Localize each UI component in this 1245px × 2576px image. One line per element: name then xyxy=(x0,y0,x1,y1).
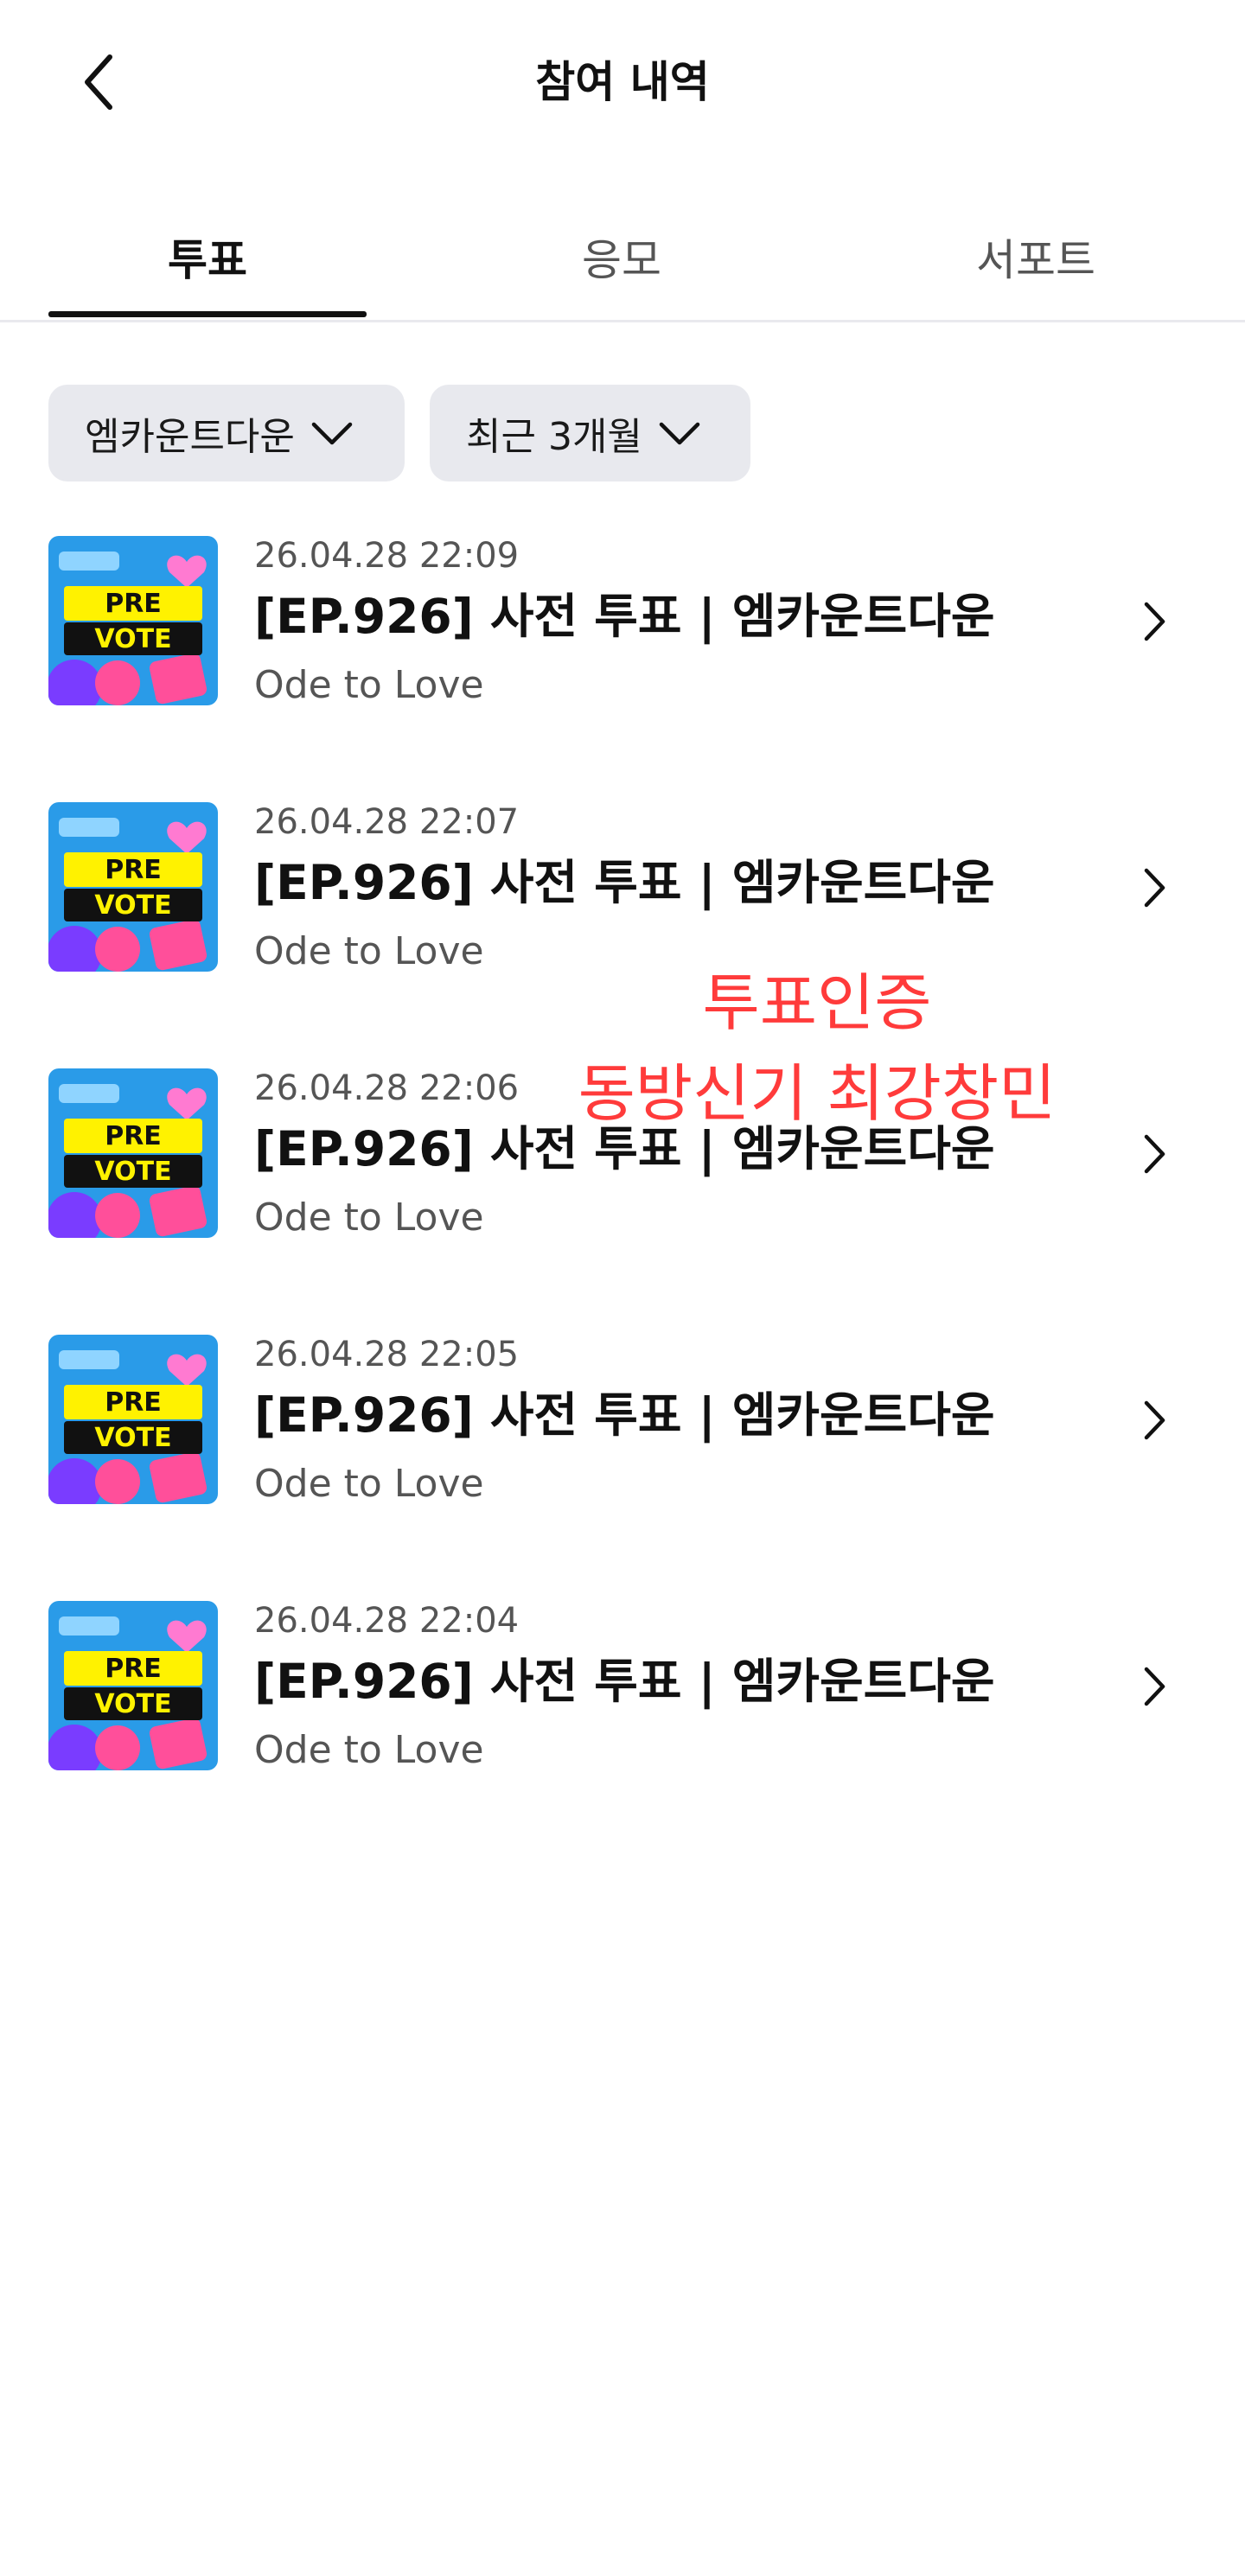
chevron-right-icon xyxy=(1133,1656,1176,1717)
item-title: [EP.926] 사전 투표 | 엠카운트다운 xyxy=(254,589,995,644)
active-tab-indicator xyxy=(48,311,367,317)
list-item[interactable]: PRE VOTE 26.04.28 22:09 [EP.926] 사전 투표 |… xyxy=(0,519,1245,752)
chevron-down-icon xyxy=(658,420,701,446)
item-date: 26.04.28 22:05 xyxy=(254,1335,520,1374)
list-item[interactable]: PRE VOTE 26.04.28 22:07 [EP.926] 사전 투표 |… xyxy=(0,785,1245,1018)
item-subtitle: Ode to Love xyxy=(254,1196,484,1240)
svg-text:VOTE: VOTE xyxy=(94,1689,171,1719)
pre-vote-thumbnail: PRE VOTE xyxy=(48,536,218,705)
chevron-right-icon xyxy=(1133,1124,1176,1184)
pre-vote-thumbnail: PRE VOTE xyxy=(48,1068,218,1238)
chevron-right-icon xyxy=(1133,858,1176,918)
app-header: 참여 내역 xyxy=(0,0,1245,164)
tab-bar: 투표 응모 서포트 xyxy=(0,201,1245,322)
tab-vote[interactable]: 투표 xyxy=(48,201,367,313)
tab-entry[interactable]: 응모 xyxy=(463,201,781,313)
list-item[interactable]: PRE VOTE 26.04.28 22:04 [EP.926] 사전 투표 |… xyxy=(0,1584,1245,1817)
svg-text:PRE: PRE xyxy=(105,589,162,619)
item-subtitle: Ode to Love xyxy=(254,663,484,707)
pre-vote-thumbnail: PRE VOTE xyxy=(48,802,218,972)
svg-text:VOTE: VOTE xyxy=(94,1423,171,1453)
period-filter-label: 최근 3개월 xyxy=(466,415,642,459)
svg-text:PRE: PRE xyxy=(105,1121,162,1151)
program-filter-label: 엠카운트다운 xyxy=(85,415,295,459)
pre-vote-thumbnail: PRE VOTE xyxy=(48,1335,218,1504)
list-item[interactable]: PRE VOTE 26.04.28 22:05 [EP.926] 사전 투표 |… xyxy=(0,1317,1245,1551)
chevron-down-icon xyxy=(310,420,354,446)
item-subtitle: Ode to Love xyxy=(254,1462,484,1506)
item-date: 26.04.28 22:09 xyxy=(254,536,520,576)
chevron-right-icon xyxy=(1133,591,1176,652)
tab-support[interactable]: 서포트 xyxy=(877,201,1195,313)
tab-divider xyxy=(0,320,1245,322)
item-title: [EP.926] 사전 투표 | 엠카운트다운 xyxy=(254,1654,995,1709)
svg-text:VOTE: VOTE xyxy=(94,1157,171,1187)
item-title: [EP.926] 사전 투표 | 엠카운트다운 xyxy=(254,1387,995,1443)
overlay-caption-line1: 투표인증 xyxy=(702,966,932,1039)
vote-history-screen: 참여 내역 투표 응모 서포트 엠카운트다운 최근 3개월 PRE VOTE 2… xyxy=(0,0,1245,2576)
svg-text:PRE: PRE xyxy=(105,1387,162,1418)
program-filter-dropdown[interactable]: 엠카운트다운 xyxy=(48,385,405,481)
period-filter-dropdown[interactable]: 최근 3개월 xyxy=(430,385,750,481)
item-date: 26.04.28 22:04 xyxy=(254,1601,520,1641)
svg-text:PRE: PRE xyxy=(105,855,162,885)
chevron-right-icon xyxy=(1133,1390,1176,1451)
item-subtitle: Ode to Love xyxy=(254,929,484,973)
svg-text:PRE: PRE xyxy=(105,1654,162,1684)
item-date: 26.04.28 22:06 xyxy=(254,1068,520,1108)
svg-text:VOTE: VOTE xyxy=(94,624,171,654)
item-subtitle: Ode to Love xyxy=(254,1728,484,1772)
item-date: 26.04.28 22:07 xyxy=(254,802,520,842)
item-title: [EP.926] 사전 투표 | 엠카운트다운 xyxy=(254,855,995,910)
overlay-caption-line2: 동방신기 최강창민 xyxy=(578,1057,1057,1130)
svg-text:VOTE: VOTE xyxy=(94,890,171,921)
page-title: 참여 내역 xyxy=(535,57,710,107)
pre-vote-thumbnail: PRE VOTE xyxy=(48,1601,218,1770)
